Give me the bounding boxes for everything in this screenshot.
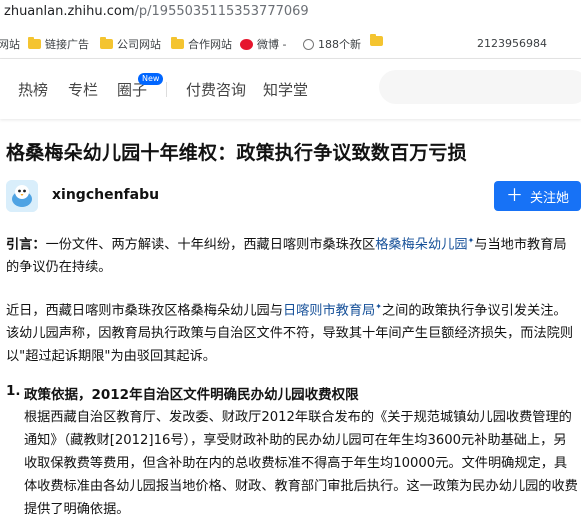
top-nav: 热榜 专栏 圈子 New 付费咨询 知学堂	[0, 59, 581, 119]
search-input[interactable]	[379, 70, 581, 104]
list-heading: 政策依据，2012年自治区文件明确民办幼儿园收费权限	[24, 387, 359, 403]
intro-text: 一份文件、两方解读、十年纠纷，西藏日喀则市桑珠孜区	[45, 237, 376, 253]
body-paragraph: 近日，西藏日喀则市桑珠孜区格桑梅朵幼儿园与日喀则市教育局✦之间的政策执行争议引发…	[6, 295, 578, 368]
education-bureau-link[interactable]: 日喀则市教育局	[283, 303, 375, 318]
weibo-icon	[240, 38, 253, 50]
bookmark-label: 微博 -	[257, 38, 287, 51]
nav-item-hot[interactable]: 热榜	[18, 79, 48, 100]
paragraph-text: 近日，西藏日喀则市桑珠孜区格桑梅朵幼儿园与	[6, 303, 283, 319]
bookmark-item-company[interactable]: 公司网站	[100, 36, 161, 52]
intro-label: 引言：	[6, 237, 46, 253]
url-host: zhuanlan.zhihu.com	[4, 4, 135, 19]
bookmark-item-weibo[interactable]: 微博 -	[240, 36, 286, 52]
url-path: /p/1955035115353777069	[134, 4, 309, 19]
intro-paragraph: 引言：一份文件、两方解读、十年纠纷，西藏日喀则市桑珠孜区格桑梅朵幼儿园✦与当地市…	[6, 229, 578, 279]
nav-item-column[interactable]: 专栏	[68, 79, 98, 100]
author-name[interactable]: xingchenfabu	[52, 187, 159, 203]
globe-icon	[303, 38, 314, 50]
nav-item-zhixuetang[interactable]: 知学堂	[263, 79, 308, 100]
plus-icon: ＋	[505, 185, 523, 206]
bookmark-item-links[interactable]: 链接广告	[28, 36, 89, 52]
bookmark-item-folder[interactable]	[370, 34, 387, 46]
kindergarten-link[interactable]: 格桑梅朵幼儿园	[375, 237, 467, 252]
address-bar[interactable]: zhuanlan.zhihu.com/p/1955035115353777069	[0, 0, 581, 26]
bookmark-label: 公司网站	[117, 38, 161, 51]
follow-button[interactable]: ＋ 关注她	[494, 181, 581, 211]
bookmark-item-188[interactable]: 188个新	[303, 36, 361, 52]
follow-label: 关注她	[529, 190, 569, 206]
folder-icon	[370, 34, 383, 46]
new-badge: New	[138, 73, 164, 85]
search-star-icon: ✦	[375, 302, 382, 311]
folder-icon	[28, 37, 41, 49]
bookmark-label: 188个新	[318, 38, 361, 51]
bookmark-label: 合作网站	[188, 38, 232, 51]
url-text[interactable]: zhuanlan.zhihu.com/p/1955035115353777069	[4, 4, 309, 19]
nav-item-paid-consult[interactable]: 付费咨询	[186, 79, 246, 100]
bookmarks-bar: 网站 链接广告 公司网站 合作网站 微博 - 188个新 2123956984	[0, 28, 581, 59]
article-title: 格桑梅朵幼儿园十年维权：政策执行争议致数百万亏损	[6, 142, 467, 164]
list-body-text: 根据西藏自治区教育厅、发改委、财政厅2012年联合发布的《关于规范城镇幼儿园收费…	[24, 410, 578, 517]
nav-divider	[166, 82, 167, 97]
bookmark-label: 链接广告	[45, 38, 89, 51]
bookmark-label: 网站	[0, 38, 20, 51]
avatar[interactable]	[6, 180, 38, 212]
list-number: 1.	[6, 383, 21, 399]
avatar-bird-icon	[6, 180, 38, 212]
bookmark-number: 2123956984	[477, 37, 547, 50]
folder-icon	[171, 37, 184, 49]
folder-icon	[100, 37, 113, 49]
bookmark-item-site[interactable]: 网站	[0, 36, 20, 52]
bookmark-item-partner[interactable]: 合作网站	[171, 36, 232, 52]
